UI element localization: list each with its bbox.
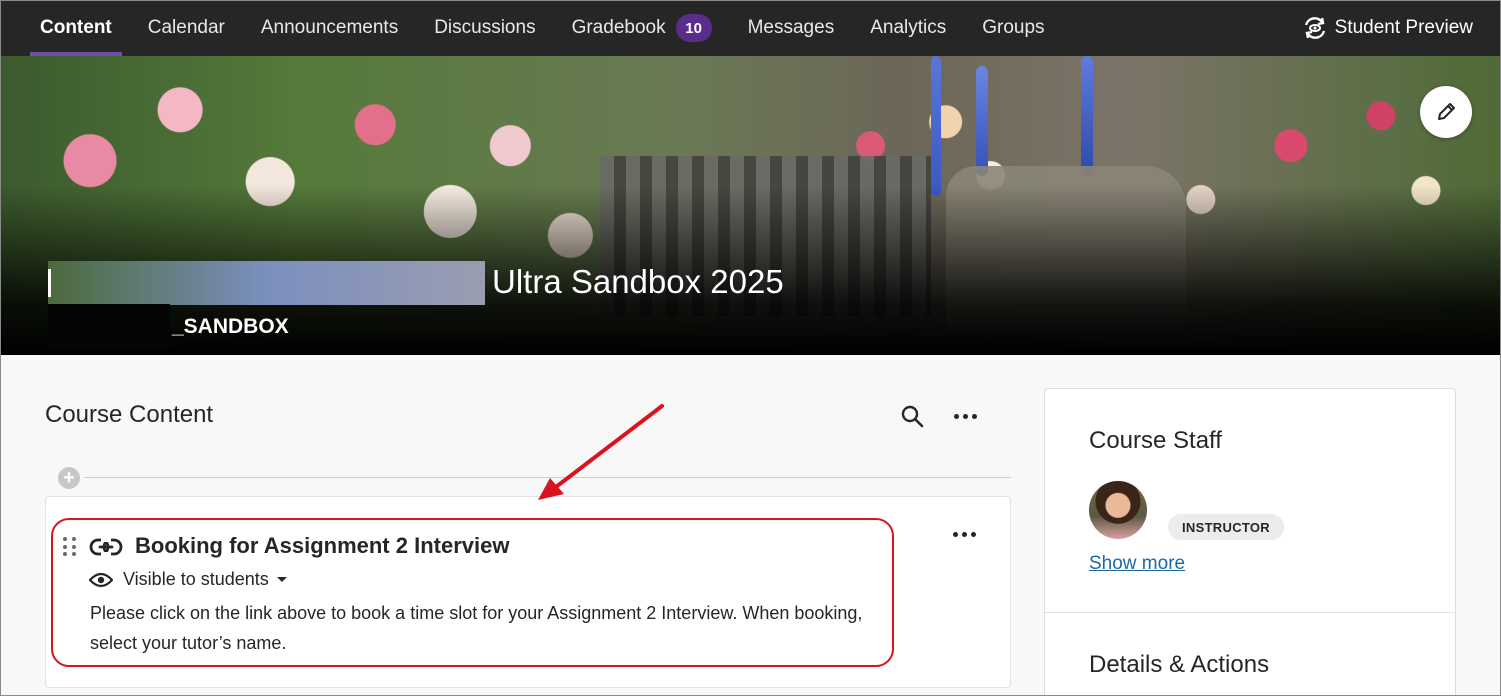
details-actions-heading: Details & Actions <box>1089 651 1270 678</box>
tab-label: Messages <box>747 17 835 38</box>
edit-banner-button[interactable] <box>1420 86 1472 138</box>
redacted-code-block <box>48 304 170 348</box>
banner-decoration <box>930 56 941 196</box>
search-content-button[interactable] <box>896 400 928 432</box>
tab-label: Announcements <box>260 17 399 38</box>
redacted-title-block <box>48 261 485 305</box>
banner-decoration <box>1080 56 1093 176</box>
drag-dot <box>63 537 67 541</box>
drag-dot <box>63 552 67 557</box>
more-dot <box>952 531 958 537</box>
show-more-link[interactable]: Show more <box>1089 553 1185 575</box>
course-content-heading: Course Content <box>45 401 214 428</box>
tab-gradebook[interactable]: Gradebook 10 <box>554 0 730 56</box>
tab-label: Content <box>40 17 112 38</box>
item-more-options-button[interactable] <box>946 519 982 549</box>
course-banner-image: Ultra Sandbox 2025 _SANDBOX <box>0 56 1501 355</box>
tab-messages[interactable]: Messages <box>730 0 853 56</box>
caret-down-icon <box>276 577 287 582</box>
eye-icon <box>89 572 113 587</box>
visibility-label: Visible to students <box>123 569 269 589</box>
content-more-options-button[interactable] <box>947 401 983 431</box>
gradebook-count-badge: 10 <box>675 14 712 42</box>
tab-analytics[interactable]: Analytics <box>852 0 964 56</box>
link-icon <box>89 538 123 556</box>
student-preview-button[interactable]: Student Preview <box>1303 0 1473 56</box>
drag-dot <box>63 544 67 549</box>
search-icon <box>901 405 924 428</box>
add-content-button[interactable]: + <box>58 467 80 489</box>
tab-discussions[interactable]: Discussions <box>416 0 553 56</box>
tab-calendar[interactable]: Calendar <box>130 0 243 56</box>
course-staff-heading: Course Staff <box>1089 427 1222 454</box>
tab-content[interactable]: Content <box>22 0 130 56</box>
content-item-description: Please click on the link above to book a… <box>90 603 863 653</box>
content-item-card <box>45 496 1011 688</box>
student-preview-icon <box>1304 17 1325 39</box>
more-dot <box>962 413 968 419</box>
content-item-title-link[interactable]: Booking for Assignment 2 Interview <box>135 533 509 559</box>
tab-label: Gradebook <box>571 17 666 38</box>
drag-dot <box>72 552 76 557</box>
pencil-icon <box>1438 103 1455 120</box>
divider <box>1045 612 1455 613</box>
more-dot <box>971 413 977 419</box>
tab-label: Discussions <box>434 17 536 38</box>
instructor-role-badge: INSTRUCTOR <box>1168 514 1284 540</box>
student-preview-label: Student Preview <box>1334 17 1473 38</box>
instructor-avatar[interactable] <box>1089 481 1147 539</box>
text-cursor <box>48 269 51 297</box>
nav-tabs: Content Calendar Announcements Discussio… <box>0 0 1063 56</box>
course-title: Ultra Sandbox 2025 <box>492 263 784 300</box>
tab-groups[interactable]: Groups <box>964 0 1062 56</box>
tab-label: Analytics <box>870 17 947 38</box>
course-staff-panel: Course Staff INSTRUCTOR Show more Detail… <box>1044 388 1456 696</box>
drag-dot <box>72 544 76 549</box>
more-dot <box>961 531 967 537</box>
tab-label: Calendar <box>147 17 225 38</box>
course-code: _SANDBOX <box>172 315 289 338</box>
tab-label: Groups <box>982 17 1045 38</box>
course-top-nav: Content Calendar Announcements Discussio… <box>0 0 1501 56</box>
tab-announcements[interactable]: Announcements <box>243 0 416 56</box>
annotation-arrow-icon <box>538 404 664 500</box>
more-dot <box>970 531 976 537</box>
banner-decoration <box>975 66 988 176</box>
visibility-dropdown[interactable]: Visible to students <box>89 569 287 590</box>
drag-dot <box>72 537 76 541</box>
drag-handle[interactable] <box>63 537 77 557</box>
more-dot <box>953 413 959 419</box>
